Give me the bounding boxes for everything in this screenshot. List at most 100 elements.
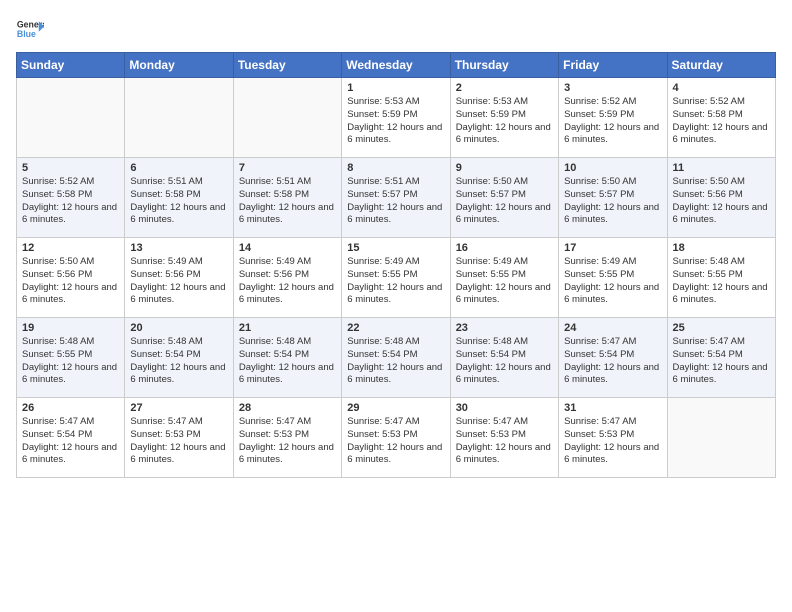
- calendar-cell: 4 Sunrise: 5:52 AM Sunset: 5:58 PM Daylig…: [667, 78, 775, 158]
- day-number: 13: [130, 242, 227, 254]
- day-info: Sunrise: 5:47 AM Sunset: 5:53 PM Dayligh…: [564, 416, 661, 467]
- calendar-cell: 8 Sunrise: 5:51 AM Sunset: 5:57 PM Daylig…: [342, 158, 450, 238]
- day-number: 31: [564, 402, 661, 414]
- day-number: 9: [456, 162, 553, 174]
- calendar-cell: 22 Sunrise: 5:48 AM Sunset: 5:54 PM Dayli…: [342, 318, 450, 398]
- calendar-cell: 27 Sunrise: 5:47 AM Sunset: 5:53 PM Dayli…: [125, 398, 233, 478]
- logo: General Blue: [16, 16, 44, 44]
- calendar-cell: 15 Sunrise: 5:49 AM Sunset: 5:55 PM Dayli…: [342, 238, 450, 318]
- calendar-cell: 9 Sunrise: 5:50 AM Sunset: 5:57 PM Daylig…: [450, 158, 558, 238]
- day-info: Sunrise: 5:49 AM Sunset: 5:56 PM Dayligh…: [239, 256, 336, 307]
- day-info: Sunrise: 5:49 AM Sunset: 5:56 PM Dayligh…: [130, 256, 227, 307]
- day-info: Sunrise: 5:50 AM Sunset: 5:57 PM Dayligh…: [456, 176, 553, 227]
- calendar-cell: 26Sunrise: 5:47 AM Sunset: 5:54 PM Dayli…: [17, 398, 125, 478]
- day-number: 15: [347, 242, 444, 254]
- day-number: 11: [673, 162, 770, 174]
- calendar-cell: 29 Sunrise: 5:47 AM Sunset: 5:53 PM Dayli…: [342, 398, 450, 478]
- calendar-week-row: 26Sunrise: 5:47 AM Sunset: 5:54 PM Dayli…: [17, 398, 776, 478]
- day-info: Sunrise: 5:53 AM Sunset: 5:59 PM Dayligh…: [347, 96, 444, 147]
- day-number: 4: [673, 82, 770, 94]
- day-number: 27: [130, 402, 227, 414]
- day-info: Sunrise: 5:52 AM Sunset: 5:59 PM Dayligh…: [564, 96, 661, 147]
- day-number: 12: [22, 242, 119, 254]
- day-number: 3: [564, 82, 661, 94]
- calendar-cell: 28Sunrise: 5:47 AM Sunset: 5:53 PM Dayli…: [233, 398, 341, 478]
- day-info: Sunrise: 5:48 AM Sunset: 5:54 PM Dayligh…: [130, 336, 227, 387]
- day-number: 26: [22, 402, 119, 414]
- day-number: 18: [673, 242, 770, 254]
- day-number: 10: [564, 162, 661, 174]
- calendar-week-row: 12 Sunrise: 5:50 AM Sunset: 5:56 PM Dayli…: [17, 238, 776, 318]
- day-number: 29: [347, 402, 444, 414]
- calendar-cell: 2 Sunrise: 5:53 AM Sunset: 5:59 PM Daylig…: [450, 78, 558, 158]
- day-info: Sunrise: 5:47 AM Sunset: 5:53 PM Dayligh…: [347, 416, 444, 467]
- day-number: 8: [347, 162, 444, 174]
- calendar-cell: 18Sunrise: 5:48 AM Sunset: 5:55 PM Dayli…: [667, 238, 775, 318]
- calendar-week-row: 1 Sunrise: 5:53 AM Sunset: 5:59 PM Daylig…: [17, 78, 776, 158]
- day-number: 20: [130, 322, 227, 334]
- day-number: 2: [456, 82, 553, 94]
- day-info: Sunrise: 5:53 AM Sunset: 5:59 PM Dayligh…: [456, 96, 553, 147]
- day-number: 1: [347, 82, 444, 94]
- day-info: Sunrise: 5:47 AM Sunset: 5:53 PM Dayligh…: [130, 416, 227, 467]
- day-info: Sunrise: 5:52 AM Sunset: 5:58 PM Dayligh…: [22, 176, 119, 227]
- day-info: Sunrise: 5:50 AM Sunset: 5:57 PM Dayligh…: [564, 176, 661, 227]
- weekday-header-tuesday: Tuesday: [233, 53, 341, 78]
- day-info: Sunrise: 5:49 AM Sunset: 5:55 PM Dayligh…: [456, 256, 553, 307]
- calendar-cell: 16Sunrise: 5:49 AM Sunset: 5:55 PM Dayli…: [450, 238, 558, 318]
- day-number: 22: [347, 322, 444, 334]
- day-info: Sunrise: 5:50 AM Sunset: 5:56 PM Dayligh…: [673, 176, 770, 227]
- calendar-cell: 12 Sunrise: 5:50 AM Sunset: 5:56 PM Dayli…: [17, 238, 125, 318]
- calendar-cell: 10 Sunrise: 5:50 AM Sunset: 5:57 PM Dayli…: [559, 158, 667, 238]
- calendar-cell: [233, 78, 341, 158]
- day-info: Sunrise: 5:48 AM Sunset: 5:54 PM Dayligh…: [239, 336, 336, 387]
- day-number: 5: [22, 162, 119, 174]
- calendar-cell: 11 Sunrise: 5:50 AM Sunset: 5:56 PM Dayli…: [667, 158, 775, 238]
- day-info: Sunrise: 5:47 AM Sunset: 5:54 PM Dayligh…: [673, 336, 770, 387]
- calendar-cell: 31 Sunrise: 5:47 AM Sunset: 5:53 PM Dayli…: [559, 398, 667, 478]
- day-number: 30: [456, 402, 553, 414]
- day-number: 6: [130, 162, 227, 174]
- calendar-cell: 1 Sunrise: 5:53 AM Sunset: 5:59 PM Daylig…: [342, 78, 450, 158]
- calendar-cell: [17, 78, 125, 158]
- weekday-header-monday: Monday: [125, 53, 233, 78]
- calendar-week-row: 5 Sunrise: 5:52 AM Sunset: 5:58 PM Daylig…: [17, 158, 776, 238]
- day-number: 28: [239, 402, 336, 414]
- day-number: 21: [239, 322, 336, 334]
- day-number: 17: [564, 242, 661, 254]
- day-number: 14: [239, 242, 336, 254]
- calendar-table: SundayMondayTuesdayWednesdayThursdayFrid…: [16, 52, 776, 478]
- calendar-cell: 6 Sunrise: 5:51 AM Sunset: 5:58 PM Daylig…: [125, 158, 233, 238]
- logo-icon: General Blue: [16, 16, 44, 44]
- day-info: Sunrise: 5:49 AM Sunset: 5:55 PM Dayligh…: [347, 256, 444, 307]
- calendar-cell: 23Sunrise: 5:48 AM Sunset: 5:54 PM Dayli…: [450, 318, 558, 398]
- day-info: Sunrise: 5:49 AM Sunset: 5:55 PM Dayligh…: [564, 256, 661, 307]
- calendar-cell: 30 Sunrise: 5:47 AM Sunset: 5:53 PM Dayli…: [450, 398, 558, 478]
- calendar-cell: 24Sunrise: 5:47 AM Sunset: 5:54 PM Dayli…: [559, 318, 667, 398]
- day-info: Sunrise: 5:47 AM Sunset: 5:53 PM Dayligh…: [456, 416, 553, 467]
- day-info: Sunrise: 5:48 AM Sunset: 5:54 PM Dayligh…: [347, 336, 444, 387]
- calendar-cell: 3 Sunrise: 5:52 AM Sunset: 5:59 PM Daylig…: [559, 78, 667, 158]
- calendar-cell: 19Sunrise: 5:48 AM Sunset: 5:55 PM Dayli…: [17, 318, 125, 398]
- day-info: Sunrise: 5:51 AM Sunset: 5:58 PM Dayligh…: [130, 176, 227, 227]
- day-info: Sunrise: 5:50 AM Sunset: 5:56 PM Dayligh…: [22, 256, 119, 307]
- day-info: Sunrise: 5:52 AM Sunset: 5:58 PM Dayligh…: [673, 96, 770, 147]
- day-number: 7: [239, 162, 336, 174]
- page-header: General Blue: [16, 16, 776, 44]
- calendar-cell: [125, 78, 233, 158]
- day-info: Sunrise: 5:51 AM Sunset: 5:58 PM Dayligh…: [239, 176, 336, 227]
- day-number: 23: [456, 322, 553, 334]
- calendar-week-row: 19Sunrise: 5:48 AM Sunset: 5:55 PM Dayli…: [17, 318, 776, 398]
- calendar-cell: 17 Sunrise: 5:49 AM Sunset: 5:55 PM Dayli…: [559, 238, 667, 318]
- weekday-header-sunday: Sunday: [17, 53, 125, 78]
- weekday-header-friday: Friday: [559, 53, 667, 78]
- weekday-header-row: SundayMondayTuesdayWednesdayThursdayFrid…: [17, 53, 776, 78]
- day-info: Sunrise: 5:51 AM Sunset: 5:57 PM Dayligh…: [347, 176, 444, 227]
- calendar-cell: 7 Sunrise: 5:51 AM Sunset: 5:58 PM Daylig…: [233, 158, 341, 238]
- weekday-header-wednesday: Wednesday: [342, 53, 450, 78]
- day-number: 25: [673, 322, 770, 334]
- day-number: 24: [564, 322, 661, 334]
- weekday-header-saturday: Saturday: [667, 53, 775, 78]
- calendar-cell: 14 Sunrise: 5:49 AM Sunset: 5:56 PM Dayli…: [233, 238, 341, 318]
- weekday-header-thursday: Thursday: [450, 53, 558, 78]
